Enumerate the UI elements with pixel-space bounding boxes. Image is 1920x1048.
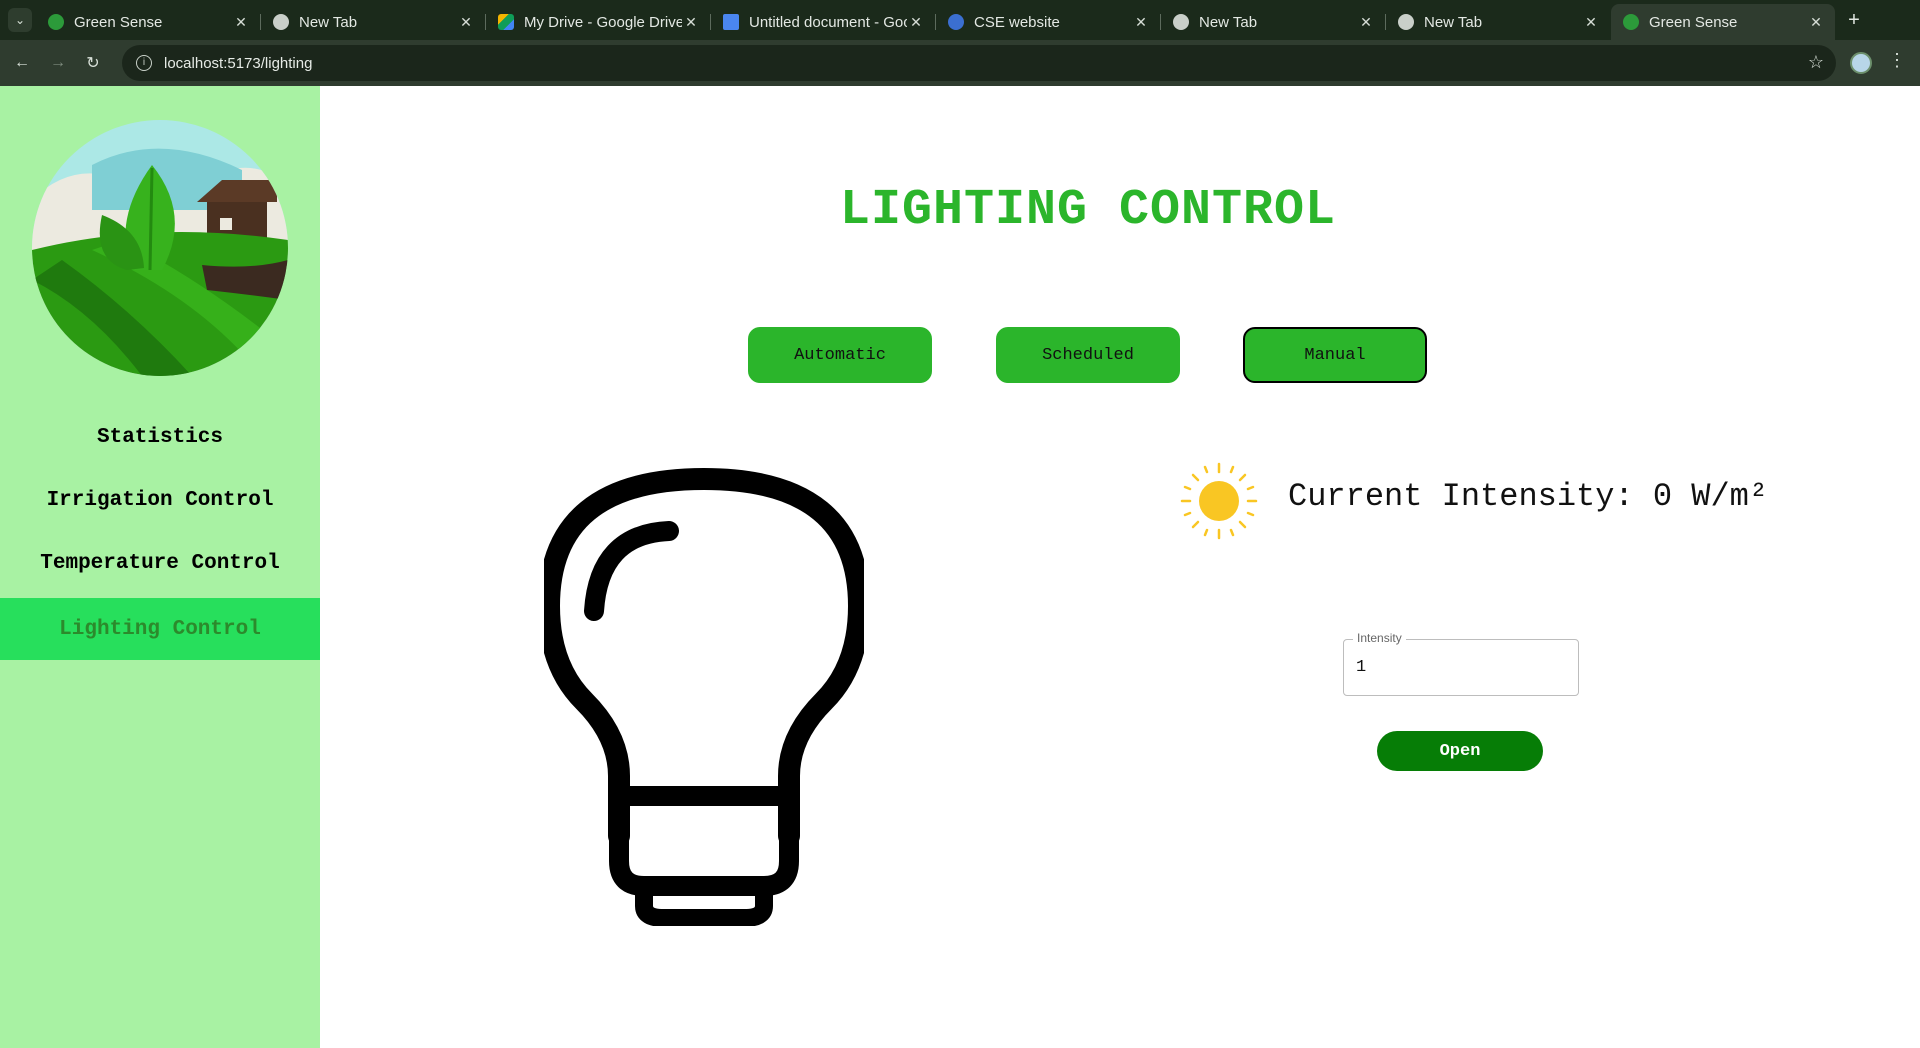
- sidebar-item-statistics[interactable]: Statistics: [0, 406, 320, 468]
- address-bar[interactable]: i localhost:5173/lighting ☆: [122, 45, 1836, 81]
- site-info-icon[interactable]: i: [136, 55, 152, 71]
- tab-title: Green Sense: [1649, 13, 1738, 31]
- forward-arrow-icon[interactable]: →: [44, 49, 72, 77]
- browser-tab[interactable]: My Drive - Google Drive ✕: [486, 4, 711, 40]
- tab-title: New Tab: [1199, 13, 1258, 31]
- mode-button-label: Manual: [1304, 345, 1366, 365]
- tab-title: CSE website: [974, 13, 1060, 31]
- google-drive-icon: [498, 14, 514, 30]
- open-button-label: Open: [1439, 741, 1481, 761]
- tab-title: Untitled document - Google Docs: [749, 13, 907, 31]
- back-arrow-icon[interactable]: ←: [8, 49, 36, 77]
- globe-green-icon: [1623, 14, 1639, 30]
- mode-button-label: Automatic: [794, 345, 886, 365]
- profile-avatar[interactable]: [1850, 52, 1872, 74]
- close-tab-icon[interactable]: ✕: [1582, 14, 1600, 31]
- mode-automatic-button[interactable]: Automatic: [748, 327, 932, 383]
- sun-icon: [1180, 462, 1258, 540]
- close-tab-icon[interactable]: ✕: [1357, 14, 1375, 31]
- sidebar-item-irrigation-control[interactable]: Irrigation Control: [0, 469, 320, 531]
- close-tab-icon[interactable]: ✕: [232, 14, 250, 31]
- close-tab-icon[interactable]: ✕: [1807, 14, 1825, 31]
- tab-title: My Drive - Google Drive: [524, 13, 682, 31]
- page-title: LIGHTING CONTROL: [839, 182, 1337, 239]
- more-menu-icon[interactable]: ⋮: [1888, 50, 1906, 71]
- browser-tab[interactable]: New Tab ✕: [1161, 4, 1386, 40]
- google-docs-icon: [723, 14, 739, 30]
- globe-green-icon: [48, 14, 64, 30]
- site-icon: [948, 14, 964, 30]
- sidebar-item-label: Irrigation Control: [46, 488, 274, 512]
- intensity-input-label: Intensity: [1353, 631, 1406, 645]
- intensity-input-field[interactable]: Intensity 1: [1343, 631, 1579, 696]
- close-tab-icon[interactable]: ✕: [1132, 14, 1150, 31]
- mode-scheduled-button[interactable]: Scheduled: [996, 327, 1180, 383]
- light-bulb-icon: [544, 468, 864, 926]
- sidebar: Statistics Irrigation Control Temperatur…: [0, 86, 320, 1048]
- current-intensity-text: Current Intensity: 0 W/m²: [1288, 478, 1769, 515]
- tab-title: Green Sense: [74, 13, 163, 31]
- close-tab-icon[interactable]: ✕: [682, 14, 700, 31]
- chrome-icon: [1398, 14, 1414, 30]
- sidebar-item-label: Lighting Control: [59, 617, 261, 641]
- chrome-icon: [1173, 14, 1189, 30]
- browser-tab[interactable]: CSE website ✕: [936, 4, 1161, 40]
- close-tab-icon[interactable]: ✕: [907, 14, 925, 31]
- reload-icon[interactable]: ↻: [79, 49, 107, 77]
- mode-button-label: Scheduled: [1042, 345, 1134, 365]
- intensity-input-value[interactable]: 1: [1356, 658, 1366, 677]
- browser-tab[interactable]: New Tab ✕: [261, 4, 486, 40]
- open-button[interactable]: Open: [1377, 731, 1543, 771]
- mode-manual-button[interactable]: Manual: [1243, 327, 1427, 383]
- browser-tab-bar: ⌄ Green Sense ✕ New Tab ✕ My Drive - Goo…: [0, 0, 1920, 40]
- new-tab-plus-icon[interactable]: +: [1842, 8, 1866, 32]
- browser-tab[interactable]: Untitled document - Google Docs ✕: [711, 4, 936, 40]
- url-text: localhost:5173/lighting: [164, 54, 313, 72]
- tab-title: New Tab: [299, 13, 358, 31]
- tab-search-dropdown-icon[interactable]: ⌄: [8, 8, 32, 32]
- sidebar-item-label: Statistics: [96, 425, 224, 449]
- close-tab-icon[interactable]: ✕: [457, 14, 475, 31]
- sidebar-item-label: Temperature Control: [40, 551, 280, 575]
- chrome-icon: [273, 14, 289, 30]
- browser-tab[interactable]: New Tab ✕: [1386, 4, 1610, 40]
- browser-tab[interactable]: Green Sense ✕: [36, 4, 261, 40]
- sidebar-item-lighting-control[interactable]: Lighting Control: [0, 598, 320, 660]
- sidebar-item-temperature-control[interactable]: Temperature Control: [0, 532, 320, 594]
- bookmark-star-icon[interactable]: ☆: [1808, 52, 1824, 73]
- browser-tab-active[interactable]: Green Sense ✕: [1611, 4, 1835, 40]
- tab-title: New Tab: [1424, 13, 1483, 31]
- farm-logo: [32, 120, 288, 376]
- main-content: LIGHTING CONTROL Automatic Scheduled Man…: [320, 86, 1920, 1048]
- browser-toolbar: ← → ↻ i localhost:5173/lighting ☆ ⋮: [0, 40, 1920, 86]
